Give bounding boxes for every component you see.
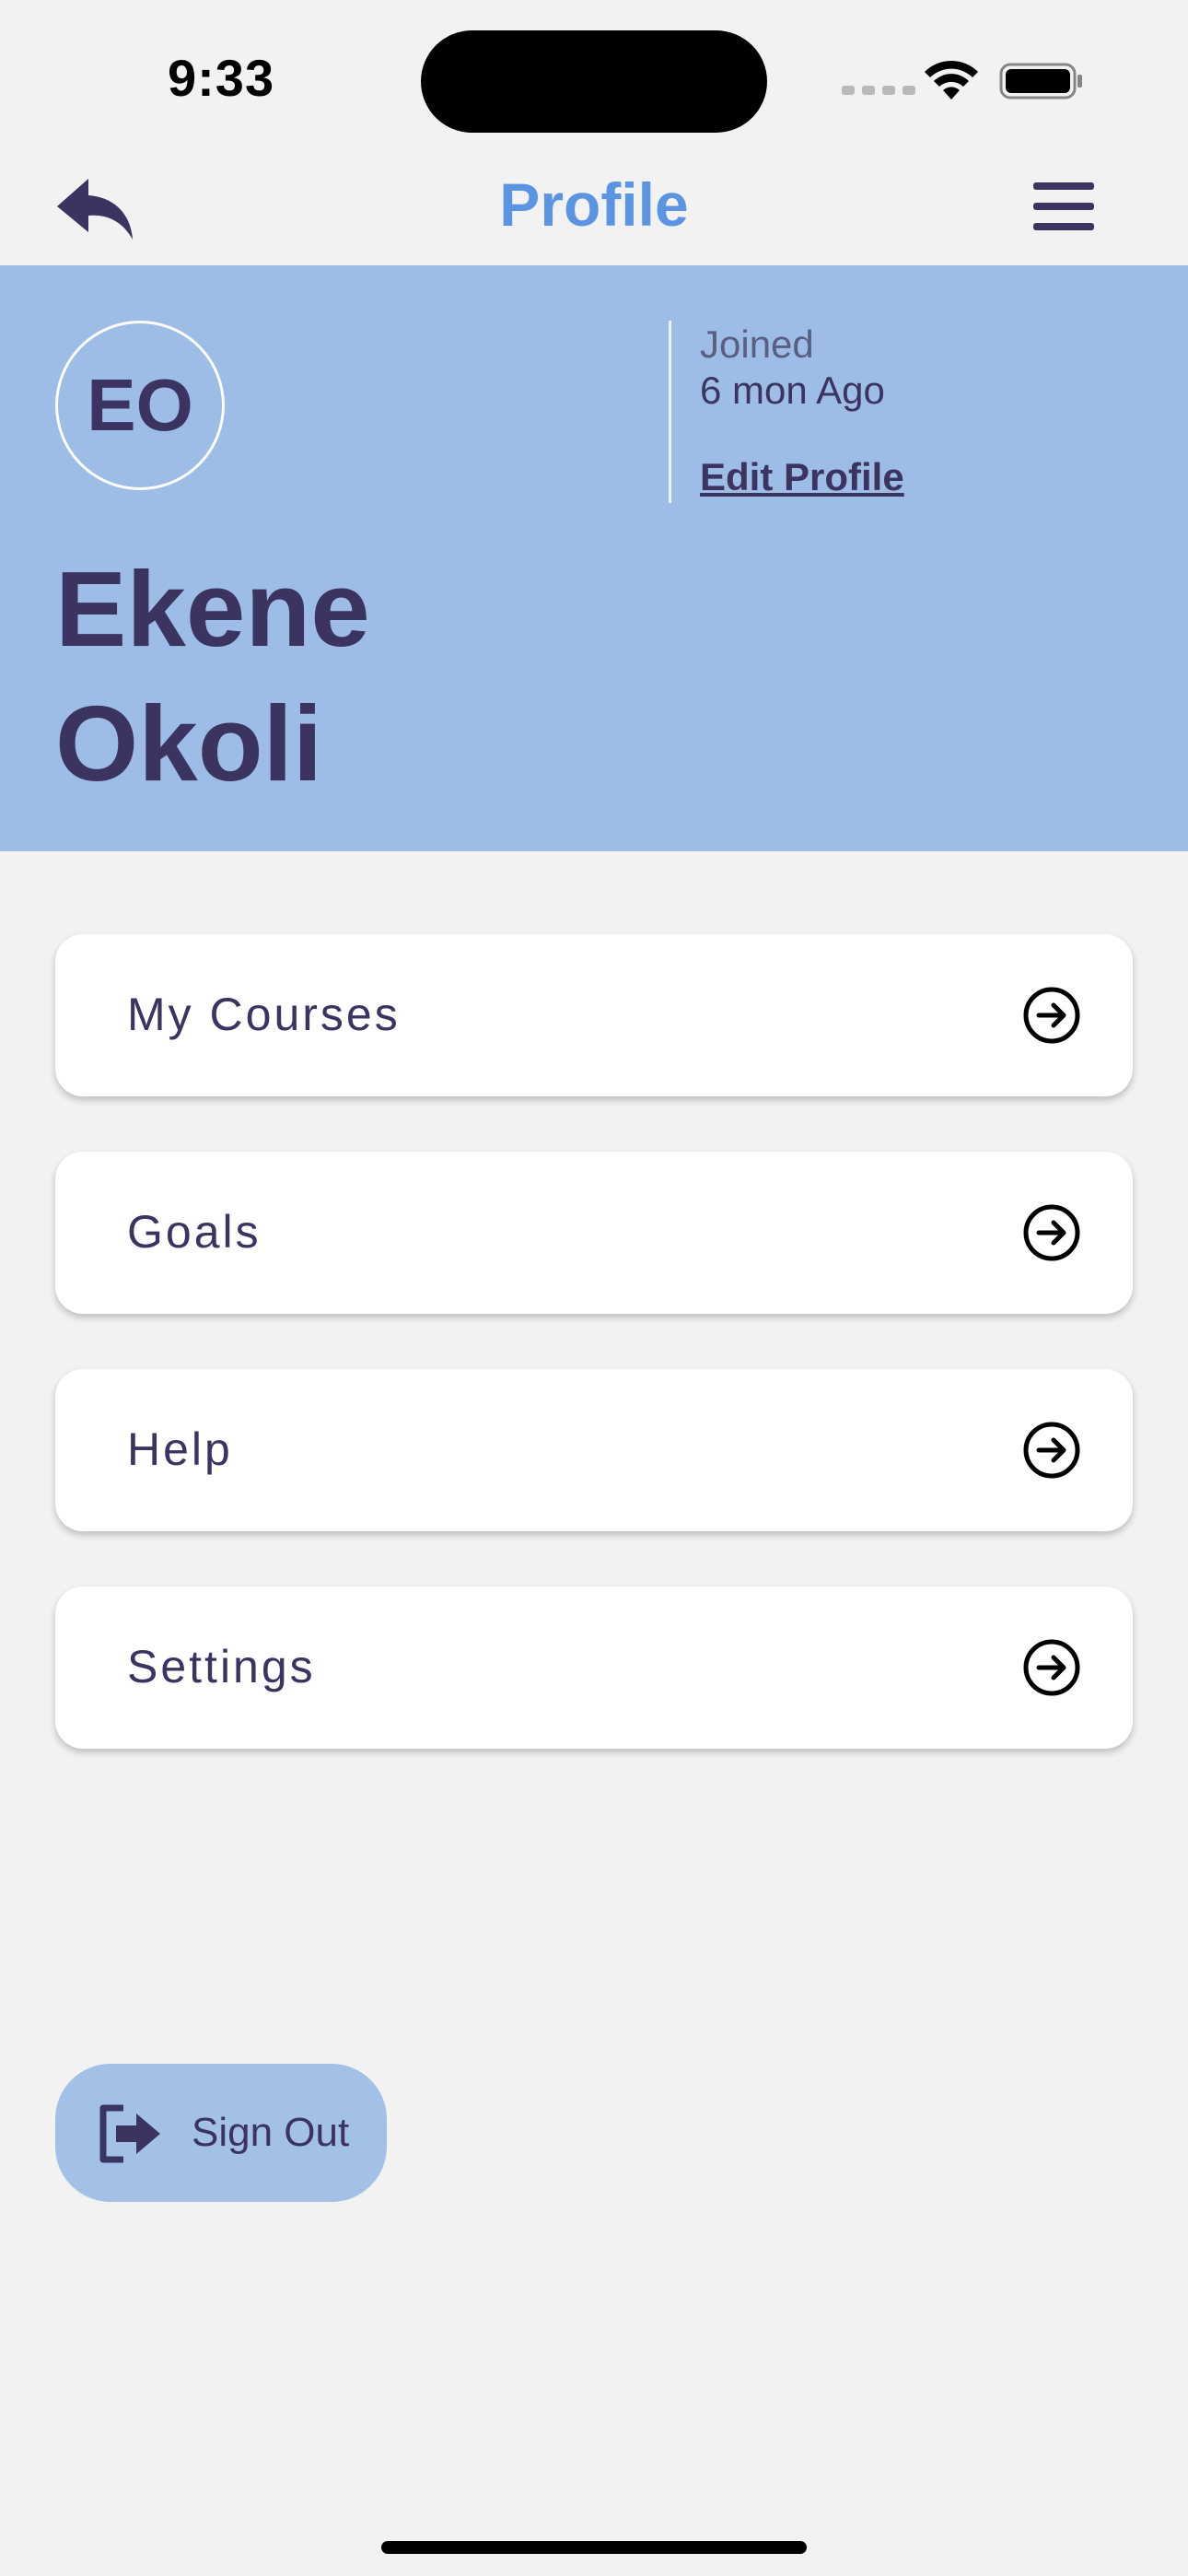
logout-icon [99, 2104, 160, 2163]
header-divider [669, 321, 671, 503]
status-time: 9:33 [168, 49, 275, 107]
joined-label: Joined [700, 322, 814, 366]
joined-value: 6 mon Ago [700, 369, 885, 412]
menu-item-label: Goals [127, 1206, 262, 1258]
hamburger-menu-icon[interactable] [1033, 182, 1094, 230]
menu-item-label: Help [127, 1423, 233, 1475]
last-name: Okoli [55, 684, 323, 803]
user-name: Ekene Okoli [55, 542, 370, 811]
arrow-right-circle-icon [1023, 1639, 1080, 1696]
wifi-icon [925, 60, 978, 100]
dynamic-island [421, 30, 767, 133]
navigation-bar: Profile [0, 147, 1188, 265]
cellular-signal-icon [842, 86, 915, 95]
menu-item-my-courses[interactable]: My Courses [55, 934, 1133, 1096]
page-title: Profile [499, 170, 689, 239]
menu-item-label: My Courses [127, 989, 401, 1040]
first-name: Ekene [55, 549, 370, 669]
arrow-right-circle-icon [1023, 1204, 1080, 1261]
menu-item-help[interactable]: Help [55, 1369, 1133, 1531]
avatar: EO [55, 321, 225, 490]
arrow-right-circle-icon [1023, 987, 1080, 1044]
battery-icon [999, 63, 1082, 100]
sign-out-button[interactable]: Sign Out [55, 2064, 387, 2202]
menu-item-goals[interactable]: Goals [55, 1152, 1133, 1314]
arrow-right-circle-icon [1023, 1422, 1080, 1479]
sign-out-label: Sign Out [192, 2110, 350, 2155]
home-indicator[interactable] [381, 2541, 807, 2554]
profile-header: EO Ekene Okoli Joined 6 mon Ago Edit Pro… [0, 265, 1188, 851]
status-bar: 9:33 [0, 0, 1188, 147]
menu-item-settings[interactable]: Settings [55, 1587, 1133, 1749]
edit-profile-link[interactable]: Edit Profile [700, 455, 904, 499]
menu-item-label: Settings [127, 1641, 316, 1692]
